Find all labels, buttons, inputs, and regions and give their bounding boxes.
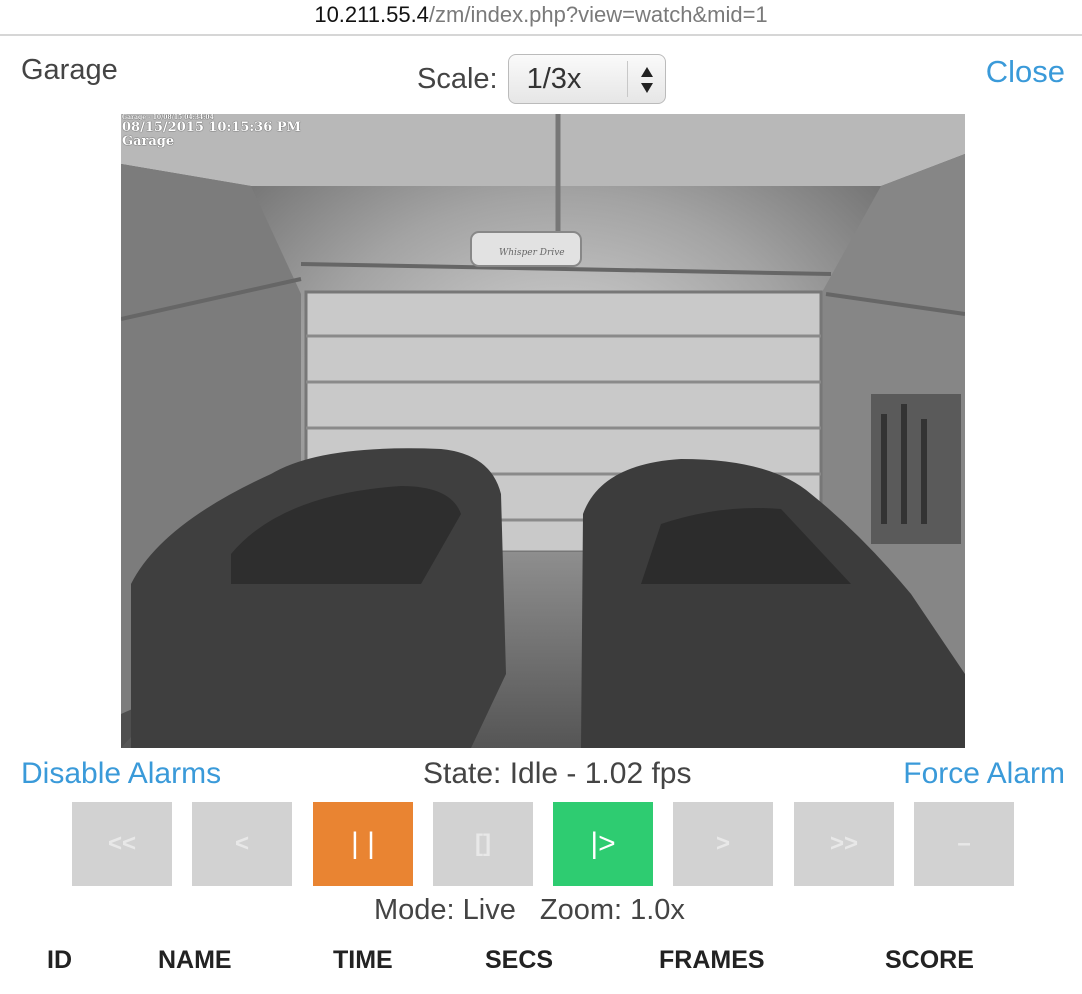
column-header-id[interactable]: ID <box>47 946 72 975</box>
timestamp-overlay: Garage - 10/08/15 04:34:04 08/15/2015 10… <box>122 115 301 149</box>
scale-control: Scale: 1/3x <box>417 52 666 106</box>
fast-rewind-button[interactable]: << <box>72 802 172 886</box>
mode-text: Mode: Live <box>374 894 516 926</box>
select-arrows-icon <box>640 67 653 93</box>
column-header-frames[interactable]: FRAMES <box>659 946 765 975</box>
scale-selected-value: 1/3x <box>526 62 582 95</box>
close-link[interactable]: Close <box>986 54 1065 90</box>
address-bar[interactable]: 10.211.55.4/zm/index.php?view=watch&mid=… <box>0 0 1082 36</box>
monitor-title: Garage <box>21 54 118 86</box>
state-text: State: Idle - 1.02 fps <box>423 757 692 790</box>
select-divider <box>626 61 628 97</box>
scale-select[interactable]: 1/3x <box>507 54 666 104</box>
mode-zoom-status: Mode: Live Zoom: 1.0x <box>374 894 709 927</box>
column-header-secs[interactable]: SECS <box>485 946 553 975</box>
overlay-monitor-name: Garage <box>122 134 175 149</box>
camera-feed[interactable]: Whisper Drive Garage - 10/08/15 04:34:04… <box>121 114 965 748</box>
url-host: 10.211.55.4 <box>314 2 429 27</box>
fast-forward-button[interactable]: >> <box>794 802 894 886</box>
step-forward-button[interactable]: > <box>673 802 773 886</box>
step-back-button[interactable]: < <box>192 802 292 886</box>
overlay-timestamp: 08/15/2015 10:15:36 PM <box>122 120 301 135</box>
zoom-out-button[interactable]: – <box>914 802 1014 886</box>
force-alarm-link[interactable]: Force Alarm <box>903 757 1065 791</box>
zoom-text: Zoom: 1.0x <box>539 894 685 926</box>
column-header-time[interactable]: TIME <box>333 946 393 975</box>
disable-alarms-link[interactable]: Disable Alarms <box>21 757 221 791</box>
opener-brand-text: Whisper Drive <box>499 248 565 258</box>
stop-button[interactable]: [] <box>433 802 533 886</box>
column-header-name[interactable]: NAME <box>158 946 232 975</box>
url-path: /zm/index.php?view=watch&mid=1 <box>428 2 768 27</box>
column-header-score[interactable]: SCORE <box>885 946 974 975</box>
play-button[interactable]: |> <box>553 802 653 886</box>
garage-camera-image: Whisper Drive <box>121 114 965 748</box>
scale-label: Scale: <box>417 62 498 95</box>
pause-button[interactable]: | | <box>313 802 413 886</box>
